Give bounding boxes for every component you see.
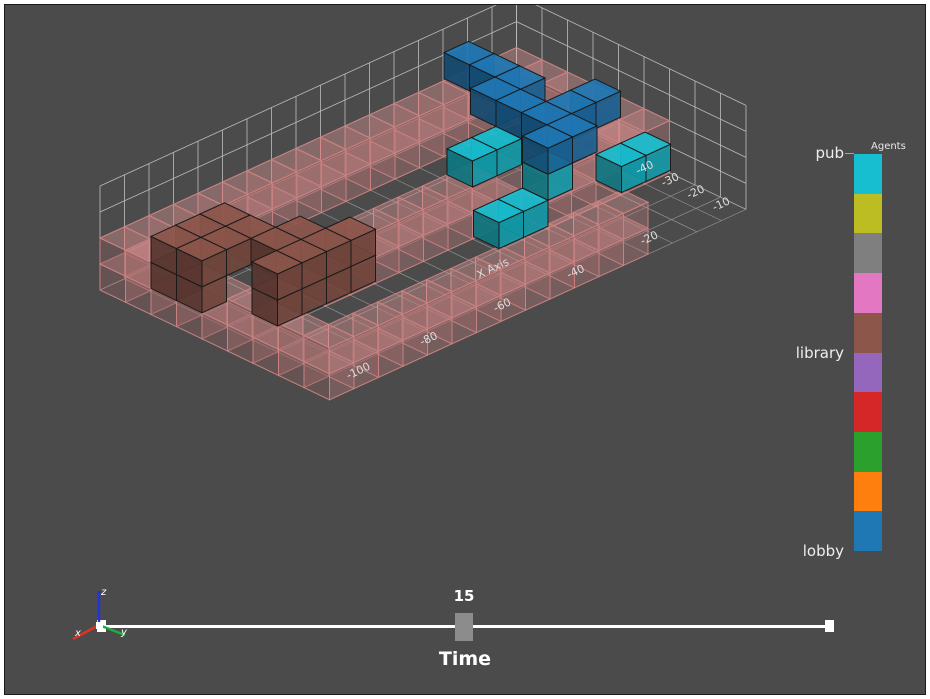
legend-swatch [854,154,882,194]
legend-tick-top [845,153,854,154]
legend-swatch [854,193,882,234]
legend-swatch [854,431,882,472]
axes-origin [96,622,103,629]
legend-swatch [854,233,882,274]
time-slider-value: 15 [453,587,475,605]
render-viewport[interactable]: -40 -30 -20 -10 -100 -80 -60 -40 -20 X Axis Agent… [4,4,926,695]
x-axis-label: x [74,628,81,639]
time-slider-end-handle[interactable] [825,620,834,632]
legend-swatch [854,392,882,432]
time-slider-title: Time [438,648,492,670]
legend-swatch [854,471,882,512]
legend-label-lobby: lobby [802,542,844,560]
legend-swatch [854,511,882,552]
y-axis-tick-label: -20 [685,182,707,201]
legend-swatch [854,352,882,393]
y-axis-label: y [120,627,128,638]
legend-label-library: library [795,344,844,362]
time-slider-knob[interactable] [455,613,473,641]
legend-title: Agents [871,141,906,152]
y-axis-tick-label: -10 [710,195,732,214]
color-legend-bar [854,154,882,552]
legend-swatch [854,312,882,353]
legend-swatch [854,273,882,313]
z-axis-label: z [100,587,107,598]
legend-label-pub: pub [815,144,844,162]
orientation-axes-widget: z x y [72,587,128,641]
